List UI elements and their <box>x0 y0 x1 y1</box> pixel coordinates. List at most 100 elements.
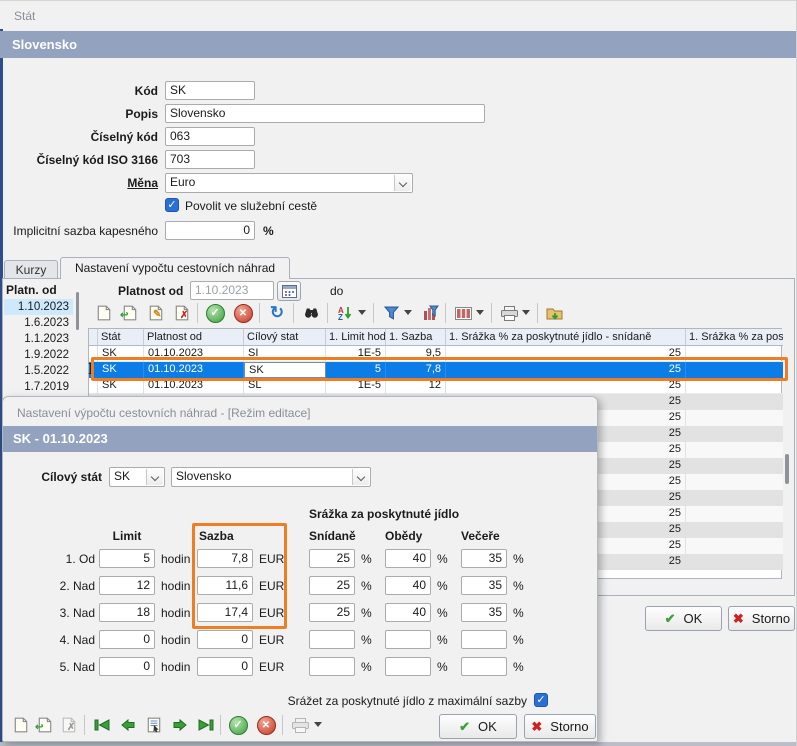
povolit-checkbox[interactable]: ✓ <box>165 198 179 212</box>
mena-label[interactable]: Měna <box>0 176 158 190</box>
export-button[interactable] <box>543 302 567 324</box>
table-row[interactable]: SK 01.10.2023 SL 1E-5 12 25 <box>89 378 783 394</box>
dialog-delete-button[interactable]: ✗ <box>57 714 81 736</box>
tab-nastaveni-nahrad[interactable]: Nastavení vypočtu cestovních náhrad <box>60 257 290 279</box>
column-header-cilovy[interactable]: Cílový stat <box>244 329 326 346</box>
limit-input[interactable]: 0 <box>99 657 155 676</box>
cilovy-stat-code-combobox[interactable]: SK <box>109 467 165 487</box>
last-record-button[interactable] <box>194 714 218 736</box>
validity-item[interactable]: 1.9.2022 <box>4 347 73 363</box>
cilovy-name-dropdown-button[interactable] <box>352 469 369 485</box>
srazet-checkbox[interactable]: ✓ <box>534 693 548 707</box>
sazba-input[interactable]: 0 <box>197 630 253 649</box>
record-list-button[interactable] <box>142 714 166 736</box>
obedy-input[interactable]: 40 <box>385 549 431 568</box>
dialog-accept-button[interactable]: ✓ <box>226 714 250 736</box>
print-button[interactable] <box>497 302 521 324</box>
obedy-input[interactable]: 40 <box>385 603 431 622</box>
vecere-input[interactable]: 35 <box>461 603 507 622</box>
toolbar-separator <box>84 715 85 735</box>
vecere-input[interactable]: 35 <box>461 576 507 595</box>
tab-kurzy[interactable]: Kurzy <box>4 260 58 279</box>
dialog-new-button[interactable] <box>9 714 33 736</box>
delete-record-button[interactable]: ✗ <box>170 302 194 324</box>
ok-button[interactable]: ✔OK <box>645 606 722 631</box>
dialog-copy-button[interactable]: ↩ <box>33 714 57 736</box>
validity-item[interactable]: 1.7.2019 <box>4 379 73 395</box>
first-record-button[interactable] <box>90 714 114 736</box>
column-header-limit[interactable]: 1. Limit hodin <box>326 329 386 346</box>
snidane-input[interactable]: 25 <box>309 603 355 622</box>
platnost-od-input[interactable]: 1.10.2023 <box>190 281 274 300</box>
print-dropdown-caret[interactable] <box>522 310 530 315</box>
kapesne-input[interactable]: 0 <box>165 221 255 240</box>
obedy-input[interactable]: 40 <box>385 576 431 595</box>
previous-record-button[interactable] <box>116 714 140 736</box>
sazba-input[interactable]: 7,8 <box>197 549 253 568</box>
column-header-platnost[interactable]: Platnost od <box>144 329 244 346</box>
table-scrollbar[interactable] <box>785 454 789 484</box>
dialog-cancel-button[interactable]: ✕ <box>254 714 278 736</box>
storno-button[interactable]: ✖Storno <box>728 606 795 631</box>
table-row-selected[interactable]: SK 01.10.2023 SK 5 7,8 25 <box>89 362 783 378</box>
new-record-button[interactable] <box>92 302 116 324</box>
limit-input[interactable]: 12 <box>99 576 155 595</box>
vecere-input[interactable] <box>461 657 507 676</box>
refresh-button[interactable]: ↻ <box>265 302 289 324</box>
dialog-print-button[interactable] <box>288 714 312 736</box>
mena-dropdown-button[interactable] <box>394 175 411 191</box>
sort-button[interactable]: AZ <box>333 302 357 324</box>
columns-button[interactable] <box>451 302 475 324</box>
edit-record-button[interactable]: ✎ <box>144 302 168 324</box>
popis-input[interactable]: Slovensko <box>165 104 485 123</box>
cancel-button[interactable]: ✕ <box>231 302 255 324</box>
accept-button[interactable]: ✓ <box>203 302 227 324</box>
vecere-input[interactable]: 35 <box>461 549 507 568</box>
sazba-input[interactable]: 17,4 <box>197 603 253 622</box>
limit-input[interactable]: 5 <box>99 549 155 568</box>
validity-item[interactable]: 1.5.2022 <box>4 363 73 379</box>
limit-input[interactable]: 18 <box>99 603 155 622</box>
snidane-input[interactable]: 25 <box>309 576 355 595</box>
filter-chart-button[interactable] <box>419 302 443 324</box>
limit-input[interactable]: 0 <box>99 630 155 649</box>
search-button[interactable] <box>299 302 323 324</box>
filter-dropdown-caret[interactable] <box>404 310 412 315</box>
cell-cilovy-editing[interactable]: SK <box>244 362 326 378</box>
sazba-input[interactable]: 0 <box>197 657 253 676</box>
sazba-input[interactable]: 11,6 <box>197 576 253 595</box>
dialog-ok-button[interactable]: ✔OK <box>439 714 517 739</box>
next-record-button[interactable] <box>168 714 192 736</box>
check-circle-icon: ✓ <box>206 304 225 323</box>
print-dropdown-caret[interactable] <box>314 722 322 727</box>
filter-button[interactable] <box>379 302 403 324</box>
column-header-srazka-snidane[interactable]: 1. Srážka % za poskytnuté jídlo - snídan… <box>446 329 686 346</box>
cell-srazka-pos <box>686 554 783 570</box>
cilovy-code-dropdown-button[interactable] <box>146 469 163 485</box>
calendar-button[interactable] <box>277 281 301 301</box>
validity-item[interactable]: 1.1.2023 <box>4 331 73 347</box>
snidane-input[interactable] <box>309 630 355 649</box>
kod-input[interactable]: SK <box>165 81 255 100</box>
validity-item[interactable]: 1.6.2023 <box>4 315 73 331</box>
snidane-column-header: Snídaně <box>309 529 356 543</box>
columns-dropdown-caret[interactable] <box>476 310 484 315</box>
column-header-srazka-pos[interactable]: 1. Srážka % za pos <box>686 329 783 346</box>
iso-kod-input[interactable]: 703 <box>165 150 255 169</box>
mena-combobox[interactable]: Euro <box>165 173 413 193</box>
cilovy-stat-name-combobox[interactable]: Slovensko <box>171 467 371 487</box>
ciselny-kod-input[interactable]: 063 <box>165 127 255 146</box>
column-header-sazba[interactable]: 1. Sazba <box>386 329 446 346</box>
column-header-stat[interactable]: Stát <box>98 329 144 346</box>
copy-record-button[interactable]: ↩ <box>118 302 142 324</box>
sort-dropdown-caret[interactable] <box>358 310 366 315</box>
snidane-input[interactable]: 25 <box>309 549 355 568</box>
obedy-input[interactable] <box>385 630 431 649</box>
dialog-storno-button[interactable]: ✖Storno <box>524 714 596 739</box>
vecere-input[interactable] <box>461 630 507 649</box>
obedy-input[interactable] <box>385 657 431 676</box>
table-row[interactable]: SK 01.10.2023 SI 1E-5 9,5 25 <box>89 346 783 362</box>
validity-item[interactable]: 1.10.2023 <box>4 299 73 315</box>
snidane-input[interactable] <box>309 657 355 676</box>
validity-list-scrollbar[interactable] <box>76 292 79 330</box>
